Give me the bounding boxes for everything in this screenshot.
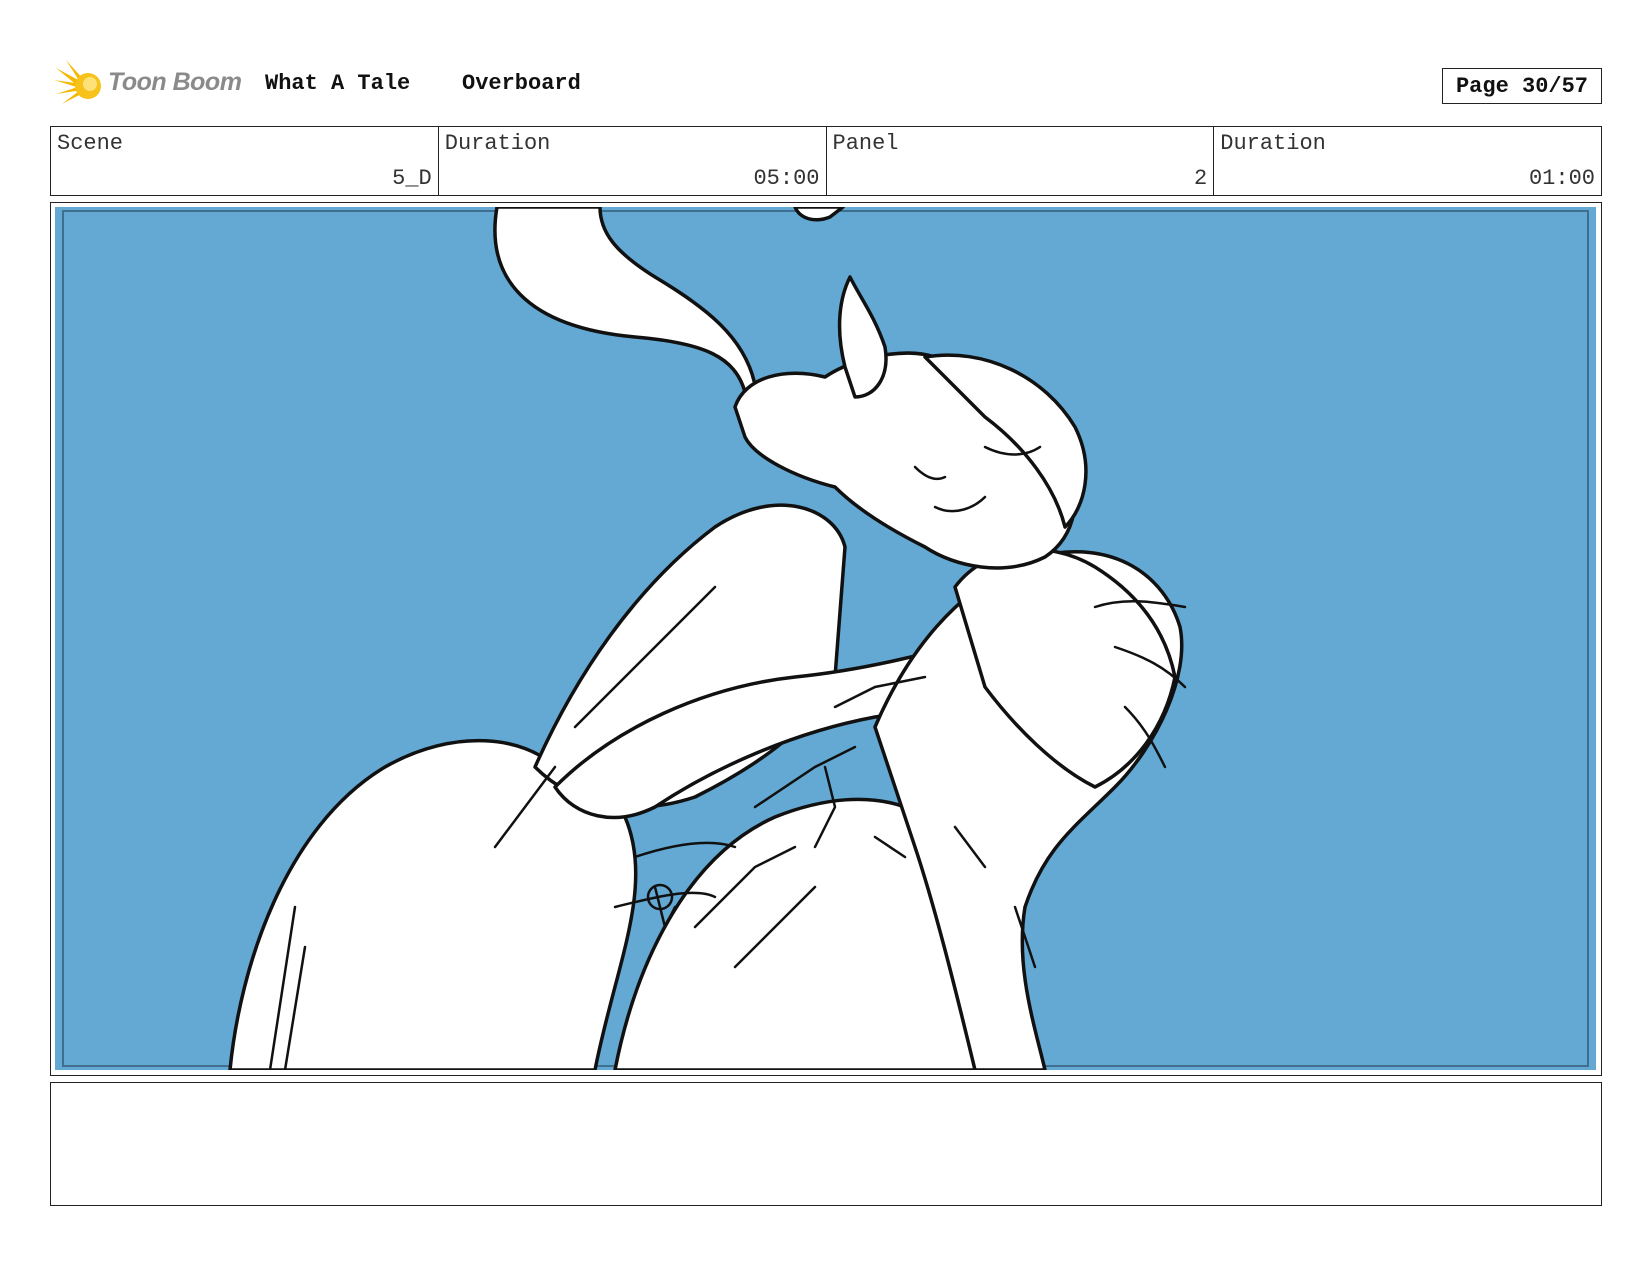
panel-duration-cell: Duration 01:00 — [1214, 127, 1601, 195]
scene-value: 5_D — [392, 166, 432, 191]
scene-duration-cell: Duration 05:00 — [439, 127, 827, 195]
project-title: What A Tale — [265, 71, 411, 96]
episode-title: Overboard — [462, 71, 581, 96]
panel-value: 2 — [1194, 166, 1208, 191]
scene-duration-value: 05:00 — [753, 166, 820, 191]
scene-duration-label: Duration — [444, 131, 551, 156]
panel-label: Panel — [832, 131, 899, 156]
scene-cell: Scene 5_D — [51, 127, 439, 195]
page-number-box: Page 30/57 — [1442, 68, 1602, 104]
panel-sketch-image — [55, 207, 1596, 1070]
toon-boom-logo: Toon Boom — [52, 56, 252, 112]
logo-text: Toon Boom — [108, 68, 242, 96]
toon-boom-star-icon — [54, 60, 101, 104]
storyboard-panel — [50, 202, 1602, 1076]
panel-duration-label: Duration — [1220, 131, 1326, 156]
panel-cell: Panel 2 — [827, 127, 1215, 195]
page-number: Page 30/57 — [1455, 73, 1589, 99]
panel-info-row: Scene 5_D Duration 05:00 Panel 2 Duratio… — [50, 126, 1602, 196]
panel-notes-box — [50, 1082, 1602, 1206]
storyboard-header: Toon Boom What A Tale Overboard — [52, 56, 1602, 112]
scene-label: Scene — [57, 131, 124, 156]
panel-duration-value: 01:00 — [1528, 166, 1595, 191]
